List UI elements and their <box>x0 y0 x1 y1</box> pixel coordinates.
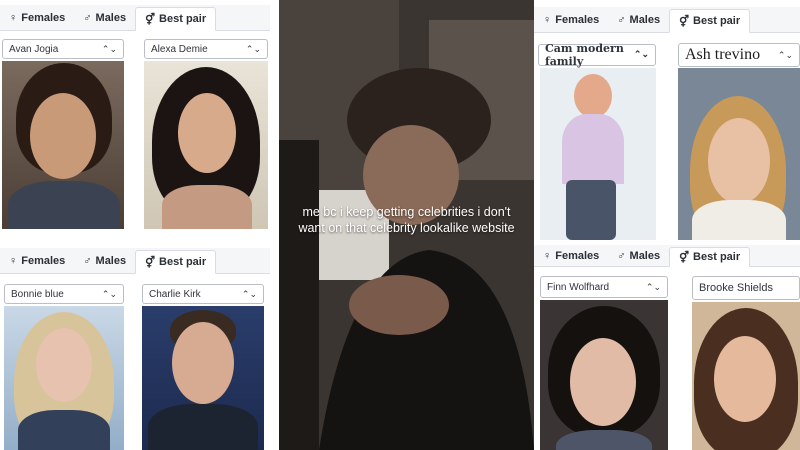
chevron-updown-icon: ⌃⌄ <box>101 288 117 299</box>
tab-label: Best pair <box>159 13 207 25</box>
pair-icon: ⚥ <box>679 251 690 264</box>
select-value: Bonnie blue <box>11 288 64 300</box>
celebrity-photo-left <box>4 306 124 450</box>
gender-tabs: ♀ Females ♂ Males ⚥ Best pair <box>534 7 800 33</box>
video-frame: me bc i keep getting celebrities i don't… <box>279 0 534 450</box>
left-name-select[interactable]: Avan Jogia ⌃⌄ <box>2 39 124 59</box>
female-icon: ♀ <box>543 250 552 262</box>
select-value: Cam modern family <box>545 42 624 68</box>
celebrity-photo-left <box>540 68 656 240</box>
right-name-select[interactable]: Alexa Demie ⌃⌄ <box>144 39 268 59</box>
male-icon: ♂ <box>617 250 626 262</box>
gender-tabs: ♀ Females ♂ Males ⚥ Best pair <box>0 248 270 274</box>
panel-bottom-right: ♀ Females ♂ Males ⚥ Best pair Finn Wolfhard… <box>534 245 800 450</box>
pair-icon: ⚥ <box>145 13 156 26</box>
pair-icon: ⚥ <box>145 256 156 269</box>
gender-tabs: ♀ Females ♂ Males ⚥ Best pair <box>534 245 800 267</box>
male-icon: ♂ <box>83 255 92 267</box>
tab-males[interactable]: ♂ Males <box>608 8 669 32</box>
pair-icon: ⚥ <box>679 15 690 28</box>
tab-males[interactable]: ♂ Males <box>74 6 135 30</box>
tab-males[interactable]: ♂ Males <box>74 249 135 273</box>
celebrity-photo-right <box>142 306 264 450</box>
select-value: Brooke Shields <box>699 282 773 294</box>
female-icon: ♀ <box>9 12 18 24</box>
chevron-updown-icon: ⌃⌄ <box>777 49 793 60</box>
tab-best-pair[interactable]: ⚥ Best pair <box>135 7 217 31</box>
tab-best-pair[interactable]: ⚥ Best pair <box>669 9 751 33</box>
tab-label: Males <box>629 14 661 26</box>
right-name-select[interactable]: Ash trevino ⌃⌄ <box>678 43 800 67</box>
male-icon: ♂ <box>83 12 92 24</box>
right-name-select[interactable]: Brooke Shields <box>692 276 800 300</box>
left-name-select[interactable]: Bonnie blue ⌃⌄ <box>4 284 124 304</box>
tab-label: Best pair <box>693 251 741 263</box>
celebrity-photo-right <box>692 302 800 450</box>
celebrity-photo-left <box>540 300 668 450</box>
tab-females[interactable]: ♀ Females <box>534 8 608 32</box>
select-value: Ash trevino <box>685 46 761 63</box>
panel-top-left: ♀ Females ♂ Males ⚥ Best pair Avan Jogia ⌃⌄… <box>0 0 270 232</box>
tab-females[interactable]: ♀ Females <box>0 6 74 30</box>
chevron-updown-icon: ⌃⌄ <box>645 281 661 292</box>
chevron-updown-icon: ⌃⌄ <box>245 43 261 54</box>
chevron-updown-icon: ⌃⌄ <box>633 50 649 60</box>
panel-bottom-left: ♀ Females ♂ Males ⚥ Best pair Bonnie blue ⌃… <box>0 240 270 450</box>
tab-label: Females <box>21 12 66 24</box>
right-name-select[interactable]: Charlie Kirk ⌃⌄ <box>142 284 264 304</box>
tab-label: Females <box>555 14 600 26</box>
left-name-select[interactable]: Finn Wolfhard ⌃⌄ <box>540 276 668 298</box>
video-caption: me bc i keep getting celebrities i don't… <box>298 205 515 235</box>
tab-label: Males <box>95 12 127 24</box>
select-value: Finn Wolfhard <box>547 281 610 293</box>
tab-label: Males <box>95 255 127 267</box>
female-icon: ♀ <box>9 255 18 267</box>
celebrity-photo-right <box>144 61 268 229</box>
tab-females[interactable]: ♀ Females <box>534 246 608 266</box>
celebrity-photo-right <box>678 68 800 240</box>
select-value: Charlie Kirk <box>149 288 201 300</box>
celebrity-photo-left <box>2 61 124 229</box>
tab-males[interactable]: ♂ Males <box>608 246 669 266</box>
panel-top-right: ♀ Females ♂ Males ⚥ Best pair Cam modern fa… <box>534 0 800 245</box>
chevron-updown-icon: ⌃⌄ <box>101 43 117 54</box>
tab-label: Males <box>629 250 661 262</box>
tab-females[interactable]: ♀ Females <box>0 249 74 273</box>
left-name-select[interactable]: Cam modern family ⌃⌄ <box>538 42 656 68</box>
tab-label: Females <box>555 250 600 262</box>
select-value: Alexa Demie <box>151 43 208 55</box>
female-icon: ♀ <box>543 14 552 26</box>
chevron-updown-icon: ⌃⌄ <box>241 288 257 299</box>
tab-label: Best pair <box>159 256 207 268</box>
tab-best-pair[interactable]: ⚥ Best pair <box>135 250 217 274</box>
male-icon: ♂ <box>617 14 626 26</box>
tab-label: Females <box>21 255 66 267</box>
tab-label: Best pair <box>693 15 741 27</box>
select-value: Avan Jogia <box>9 43 59 55</box>
tab-best-pair[interactable]: ⚥ Best pair <box>669 247 751 267</box>
gender-tabs: ♀ Females ♂ Males ⚥ Best pair <box>0 5 270 31</box>
